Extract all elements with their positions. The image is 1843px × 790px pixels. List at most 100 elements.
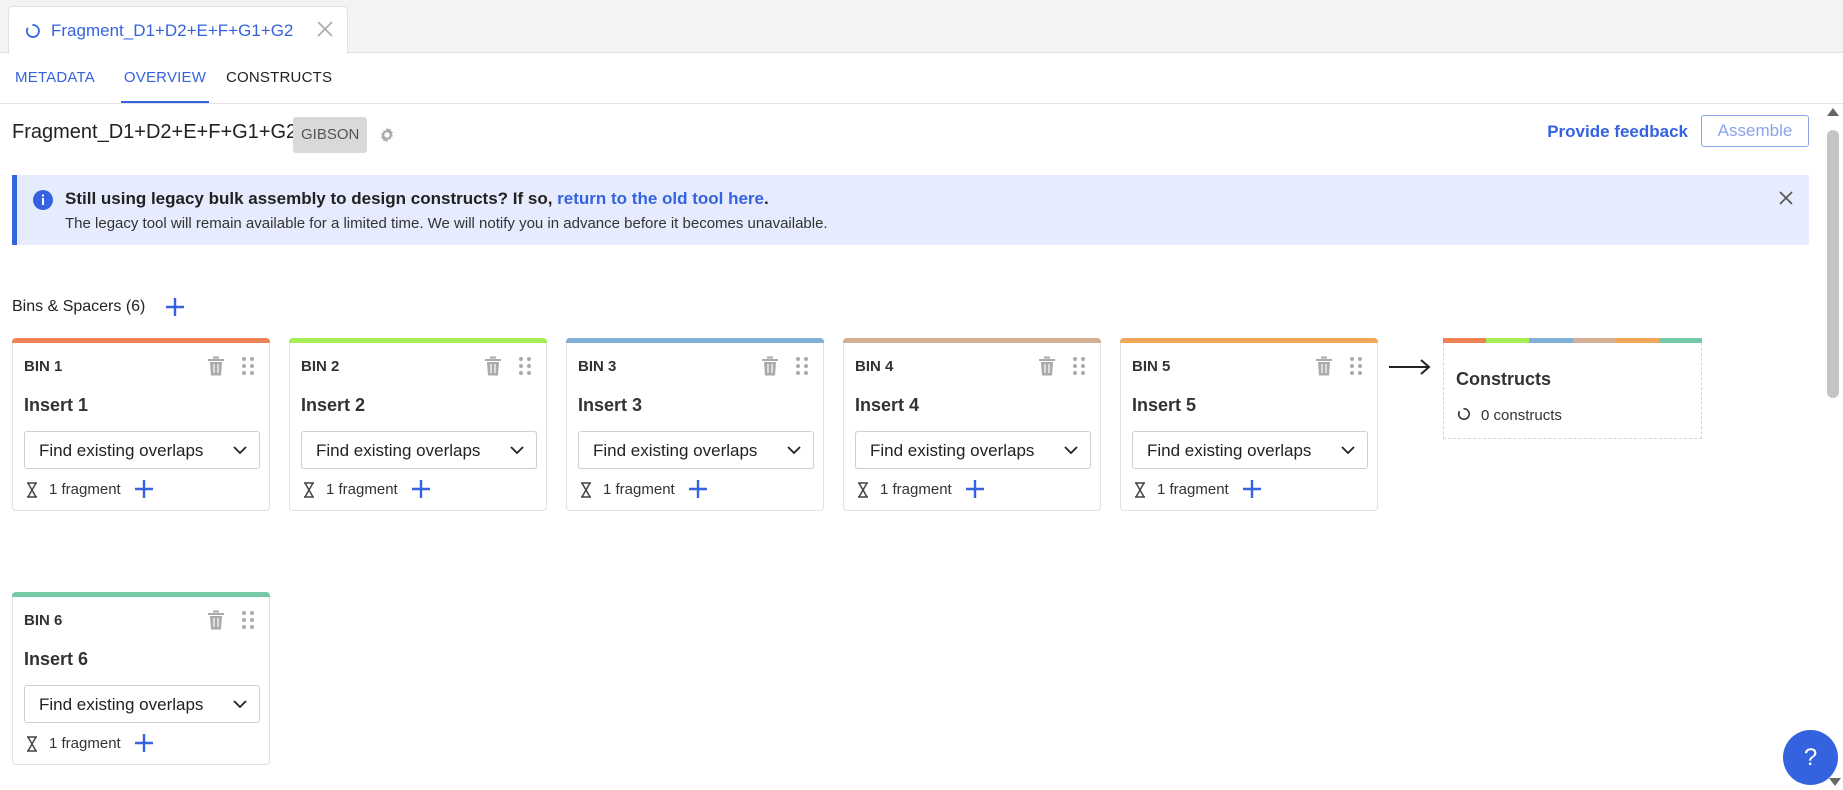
scroll-up-arrow[interactable]: [1827, 108, 1839, 116]
page-title: Fragment_D1+D2+E+F+G1+G2: [12, 121, 298, 143]
hourglass-icon: [1135, 482, 1145, 498]
banner-message: Still using legacy bulk assembly to desi…: [65, 189, 769, 209]
insert-name: Insert 3: [578, 395, 643, 415]
bin-color-bar: [843, 338, 1101, 343]
overlap-select[interactable]: Find existing overlaps: [24, 685, 260, 723]
bin-color-bar: [289, 338, 547, 343]
tab-overview[interactable]: OVERVIEW: [121, 53, 209, 103]
document-tab[interactable]: Fragment_D1+D2+E+F+G1+G2: [8, 6, 348, 54]
drag-handle-icon[interactable]: [518, 356, 532, 376]
bin-label: BIN 5: [1132, 358, 1171, 375]
overlap-select-value: Find existing overlaps: [39, 441, 204, 460]
constructs-card[interactable]: Constructs 0 constructs: [1443, 338, 1703, 439]
hourglass-icon: [581, 482, 591, 498]
add-fragment-icon[interactable]: [1241, 478, 1263, 500]
trash-icon[interactable]: [1038, 356, 1056, 376]
add-fragment-icon[interactable]: [133, 478, 155, 500]
insert-name: Insert 6: [24, 649, 89, 669]
constructs-count: 0 constructs: [1481, 407, 1562, 424]
overlap-select[interactable]: Find existing overlaps: [1132, 431, 1368, 469]
assembly-method-badge: GIBSON: [293, 117, 368, 153]
bin-color-bar: [566, 338, 824, 343]
overlap-select-value: Find existing overlaps: [316, 441, 481, 460]
overlap-select[interactable]: Find existing overlaps: [24, 431, 260, 469]
constructs-color-segment: [1658, 338, 1703, 343]
fragment-count: 1 fragment: [49, 735, 121, 752]
assemble-button[interactable]: Assemble: [1701, 115, 1809, 147]
bin-label: BIN 1: [24, 358, 63, 375]
bin-card: BIN 2 Insert 2 Find existing overlaps 1 fra…: [289, 338, 547, 511]
old-tool-link[interactable]: return to the old tool here: [557, 189, 764, 208]
help-button[interactable]: ?: [1783, 730, 1838, 785]
constructs-color-segment: [1529, 338, 1573, 343]
trash-icon[interactable]: [207, 610, 225, 630]
add-fragment-icon[interactable]: [687, 478, 709, 500]
chevron-down-icon: [787, 446, 801, 455]
overlap-select[interactable]: Find existing overlaps: [301, 431, 537, 469]
hourglass-icon: [304, 482, 314, 498]
bin-label: BIN 2: [301, 358, 340, 375]
drag-handle-icon[interactable]: [241, 356, 255, 376]
add-fragment-icon[interactable]: [410, 478, 432, 500]
bin-card: BIN 4 Insert 4 Find existing overlaps 1 fra…: [843, 338, 1101, 511]
provide-feedback-link[interactable]: Provide feedback: [1547, 122, 1688, 142]
hourglass-icon: [858, 482, 868, 498]
constructs-color-segment: [1615, 338, 1660, 343]
constructs-title: Constructs: [1456, 369, 1552, 389]
overlap-select-value: Find existing overlaps: [870, 441, 1035, 460]
bin-card: BIN 5 Insert 5 Find existing overlaps 1 fra…: [1120, 338, 1378, 511]
banner-question: Still using legacy bulk assembly to desi…: [65, 189, 558, 208]
banner-detail: The legacy tool will remain available fo…: [65, 215, 828, 232]
chevron-down-icon: [1064, 446, 1078, 455]
fragment-count: 1 fragment: [1157, 481, 1229, 498]
fragment-count: 1 fragment: [880, 481, 952, 498]
trash-icon[interactable]: [761, 356, 779, 376]
drag-handle-icon[interactable]: [1349, 356, 1363, 376]
trash-icon[interactable]: [484, 356, 502, 376]
chevron-down-icon: [233, 700, 247, 709]
loading-icon: [1457, 407, 1470, 421]
overlap-select[interactable]: Find existing overlaps: [855, 431, 1091, 469]
document-tab-title: Fragment_D1+D2+E+F+G1+G2: [51, 20, 294, 40]
arrow-right-icon: [1389, 359, 1431, 375]
insert-name: Insert 4: [855, 395, 920, 415]
document-tab-strip: Fragment_D1+D2+E+F+G1+G2: [0, 0, 1843, 54]
bin-label: BIN 6: [24, 612, 63, 629]
scrollbar-thumb[interactable]: [1827, 130, 1839, 398]
legacy-tool-banner: Still using legacy bulk assembly to desi…: [12, 175, 1809, 245]
gear-icon[interactable]: [378, 126, 396, 144]
bin-color-bar: [12, 592, 270, 597]
bin-color-bar: [1120, 338, 1378, 343]
constructs-color-segment: [1572, 338, 1617, 343]
bin-label: BIN 4: [855, 358, 894, 375]
bin-color-bar: [12, 338, 270, 343]
overlap-select-value: Find existing overlaps: [593, 441, 758, 460]
scroll-down-arrow[interactable]: [1829, 778, 1841, 786]
drag-handle-icon[interactable]: [795, 356, 809, 376]
chevron-down-icon: [510, 446, 524, 455]
trash-icon[interactable]: [207, 356, 225, 376]
tab-constructs[interactable]: CONSTRUCTS: [226, 53, 332, 103]
add-bin-icon[interactable]: [164, 296, 186, 318]
close-banner-icon[interactable]: [1777, 189, 1795, 207]
constructs-color-segment: [1486, 338, 1530, 343]
add-fragment-icon[interactable]: [133, 732, 155, 754]
drag-handle-icon[interactable]: [241, 610, 255, 630]
close-tab-icon[interactable]: [315, 19, 335, 39]
hourglass-icon: [27, 736, 37, 752]
trash-icon[interactable]: [1315, 356, 1333, 376]
tab-metadata[interactable]: METADATA: [15, 53, 95, 103]
fragment-count: 1 fragment: [49, 481, 121, 498]
hourglass-icon: [27, 482, 37, 498]
add-fragment-icon[interactable]: [964, 478, 986, 500]
info-icon: [33, 190, 53, 210]
bin-label: BIN 3: [578, 358, 617, 375]
bin-card: BIN 1 Insert 1 Find existing overlaps 1 fra…: [12, 338, 270, 511]
bin-card: BIN 6 Insert 6 Find existing overlaps 1 fra…: [12, 592, 270, 765]
overlap-select[interactable]: Find existing overlaps: [578, 431, 814, 469]
banner-period: .: [764, 189, 769, 208]
constructs-color-segment: [1443, 338, 1487, 343]
drag-handle-icon[interactable]: [1072, 356, 1086, 376]
view-tabs: METADATA OVERVIEW CONSTRUCTS: [0, 53, 1843, 104]
chevron-down-icon: [1341, 446, 1355, 455]
